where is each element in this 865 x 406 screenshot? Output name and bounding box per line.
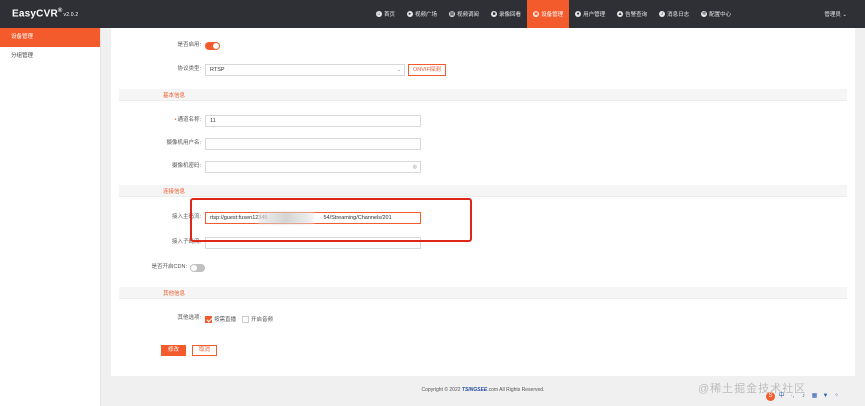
footer-copyright: Copyright © 2022: [421, 387, 461, 393]
brand-registered-mark: ®: [57, 8, 63, 14]
alarm-icon: ▲: [617, 11, 624, 17]
nav-item-label: 首页: [384, 12, 396, 18]
input-method-toolbar: S 中 ·, ♪ ▦ ▼ ⁘: [766, 392, 841, 401]
section-connection-info: 连接信息: [119, 185, 847, 197]
cancel-button[interactable]: 取消: [192, 344, 218, 356]
grid-menu-icon[interactable]: ⁘: [832, 392, 841, 401]
nav-item-label: 配置中心: [709, 12, 732, 18]
grid-icon: ▦: [449, 11, 456, 17]
user-menu[interactable]: 管理员 ⌄: [824, 10, 847, 18]
cdn-label: 是否开启CDN:: [151, 264, 187, 270]
camera-user-row: 摄像机用户名:: [111, 138, 421, 150]
save-button[interactable]: 修改: [161, 344, 187, 356]
footer-brand[interactable]: TSINGSEE: [462, 387, 487, 393]
section-other-title: 其他信息: [163, 291, 186, 297]
main-stream-label: 接入主码流:: [171, 214, 201, 220]
section-other-info: 其他信息: [119, 287, 847, 299]
video-icon: ■: [491, 11, 498, 17]
nav-item-home[interactable]: ⌂ 首页: [370, 0, 401, 28]
edit-channel-form: 是否启用: 协议类型: RTSP ⌄ ONVIF探测 基本信息 •通道名称: 1…: [111, 28, 855, 376]
camera-user-label: 摄像机用户名:: [166, 140, 201, 146]
audio-label: 开启音频: [251, 317, 274, 323]
protocol-row: 协议类型: RTSP ⌄ ONVIF探测: [111, 64, 446, 76]
sidebar: 设备管理 分组管理: [0, 28, 101, 406]
brand-name: EasyCVR: [12, 8, 58, 20]
ondemand-checkbox[interactable]: [205, 315, 212, 323]
play-icon: ▸: [407, 11, 414, 17]
sidebar-item-device-management[interactable]: 设备管理: [0, 28, 100, 47]
nav-item-video[interactable]: ■ 录像回看: [485, 0, 527, 28]
brand-logo[interactable]: EasyCVR®v2.0.2: [12, 8, 78, 19]
nav-item-gear[interactable]: ✲ 配置中心: [695, 0, 737, 28]
nav-item-user[interactable]: ● 用户管理: [569, 0, 611, 28]
protocol-select[interactable]: RTSP ⌄: [205, 64, 405, 76]
gear-icon: ✲: [701, 11, 708, 17]
chinese-mode-icon[interactable]: 中: [777, 392, 786, 401]
camera-password-label: 摄像机密码:: [171, 163, 201, 169]
sub-stream-label: 接入子码流:: [171, 239, 201, 245]
cdn-row: 是否开启CDN:: [111, 262, 205, 274]
enabled-row: 是否启用:: [111, 40, 220, 52]
section-basic-title: 基本信息: [163, 93, 186, 99]
nav-item-label: 录像回看: [499, 12, 522, 18]
chevron-down-icon: ⌄: [842, 12, 847, 18]
sogou-icon[interactable]: S: [766, 392, 775, 401]
main-stream-suffix: 54/Streaming/Channels/201: [323, 215, 392, 221]
section-basic-info: 基本信息: [119, 89, 847, 101]
other-options-row: 其他选项: 按需直播 开启音频: [111, 313, 279, 325]
nav-item-device[interactable]: ▣ 设备管理: [527, 0, 570, 28]
main-nav: ⌂ 首页 ▸ 视频广场 ▦ 视频调阅 ■ 录像回看 ▣ 设备管理 ● 用户管理 ▲ 告警查询 ♪ 消息日志 ✲ 配…: [370, 0, 737, 28]
channel-name-input[interactable]: 11: [205, 115, 421, 127]
sub-stream-input[interactable]: [205, 237, 421, 249]
shirt-icon[interactable]: ▼: [821, 392, 830, 401]
enabled-label: 是否启用:: [177, 42, 201, 48]
chevron-down-icon: ⌄: [396, 67, 401, 73]
nav-item-label: 消息日志: [667, 12, 690, 18]
keyboard-icon[interactable]: ▦: [810, 392, 819, 401]
nav-item-grid[interactable]: ▦ 视频调阅: [443, 0, 485, 28]
camera-user-input[interactable]: [205, 138, 421, 150]
top-nav-bar: EasyCVR®v2.0.2 ⌂ 首页 ▸ 视频广场 ▦ 视频调阅 ■ 录像回看 ▣ 设备管理 ● 用…: [0, 0, 865, 28]
nav-item-bell[interactable]: ♪ 消息日志: [653, 0, 695, 28]
audio-checkbox[interactable]: [242, 315, 250, 323]
home-icon: ⌂: [376, 11, 382, 17]
nav-item-label: 用户管理: [583, 12, 606, 18]
punctuation-icon[interactable]: ·,: [788, 392, 797, 401]
user-icon: ●: [575, 11, 582, 17]
channel-name-label: •通道名称:: [174, 117, 201, 123]
user-menu-label: 管理员: [824, 12, 841, 18]
device-icon: ▣: [533, 11, 540, 17]
brand-version: v2.0.2: [63, 12, 79, 19]
channel-name-row: •通道名称: 11: [111, 115, 421, 127]
protocol-label: 协议类型:: [177, 66, 201, 72]
footer-rights: .com All Rights Reserved.: [487, 387, 545, 393]
form-actions: 修改 取消: [161, 344, 218, 356]
nav-item-label: 告警查询: [625, 12, 648, 18]
microphone-icon[interactable]: ♪: [799, 392, 808, 401]
camera-password-input[interactable]: ◎: [205, 161, 421, 173]
nav-item-label: 视频调阅: [457, 12, 480, 18]
enabled-toggle[interactable]: [205, 42, 220, 50]
eye-icon[interactable]: ◎: [413, 162, 417, 172]
sidebar-item-group-management[interactable]: 分组管理: [0, 47, 100, 66]
nav-item-alarm[interactable]: ▲ 告警查询: [611, 0, 653, 28]
section-connection-title: 连接信息: [163, 189, 186, 195]
camera-password-row: 摄像机密码: ◎: [111, 161, 421, 173]
sub-stream-row: 接入子码流:: [111, 237, 421, 249]
bell-icon: ♪: [659, 11, 666, 17]
redacted-ip-blur: [258, 212, 314, 224]
cdn-toggle[interactable]: [190, 264, 205, 272]
onvif-detect-button[interactable]: ONVIF探测: [408, 64, 446, 76]
nav-item-label: 设备管理: [541, 12, 564, 18]
ondemand-label: 按需直播: [214, 317, 237, 323]
protocol-value: RTSP: [210, 67, 225, 73]
nav-item-label: 视频广场: [415, 12, 438, 18]
nav-item-play[interactable]: ▸ 视频广场: [401, 0, 443, 28]
other-options-label: 其他选项:: [177, 315, 201, 321]
